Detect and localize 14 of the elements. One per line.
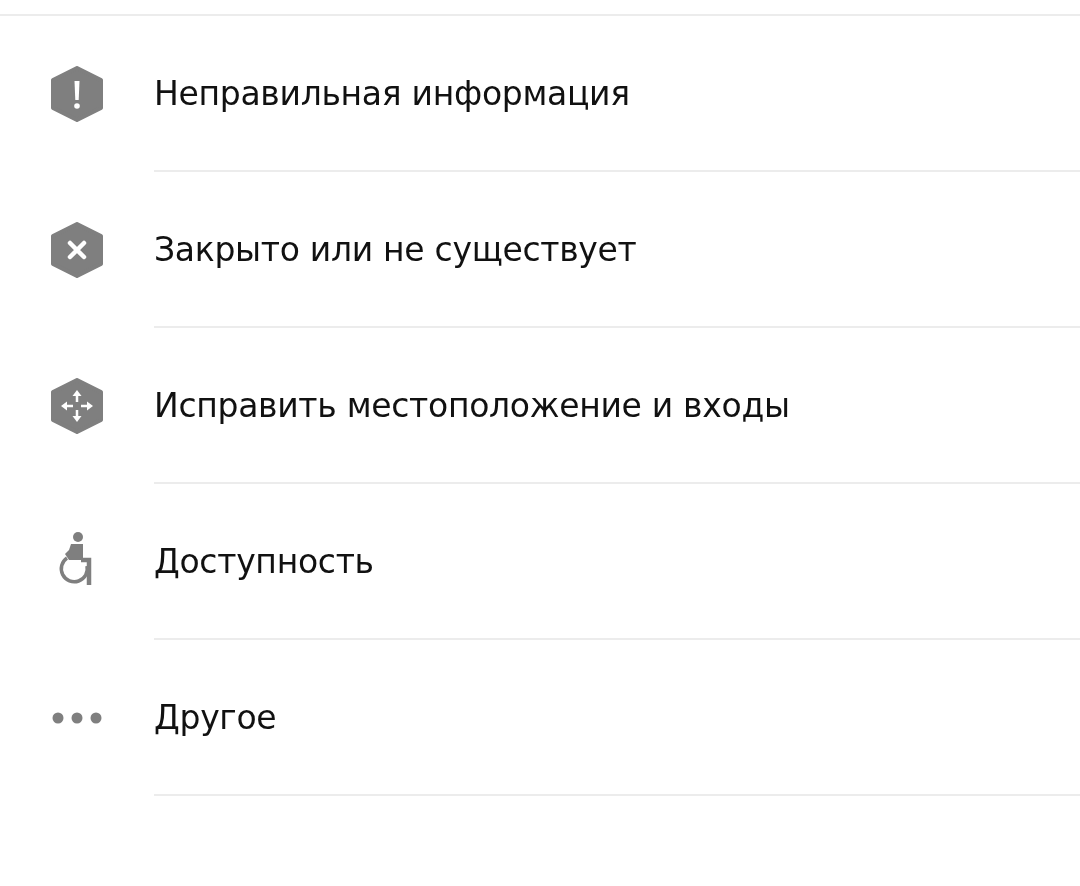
menu-item[interactable]: Неправильная информация — [0, 16, 1080, 172]
menu-item-label: Неправильная информация — [154, 73, 630, 113]
close-icon — [49, 222, 105, 278]
warning-icon — [49, 66, 105, 122]
menu-item-label: Закрыто или не существует — [154, 229, 637, 269]
menu-item[interactable]: Другое — [0, 640, 1080, 796]
more-icon — [51, 711, 103, 725]
menu-item-label: Доступность — [154, 541, 374, 581]
move-arrows-icon — [49, 378, 105, 434]
menu-item-label: Другое — [154, 697, 277, 737]
menu-item-label: Исправить местоположение и входы — [154, 385, 790, 425]
menu-item[interactable]: Исправить местоположение и входы — [0, 328, 1080, 484]
menu-item[interactable]: Закрыто или не существует — [0, 172, 1080, 328]
menu-item[interactable]: Доступность — [0, 484, 1080, 640]
